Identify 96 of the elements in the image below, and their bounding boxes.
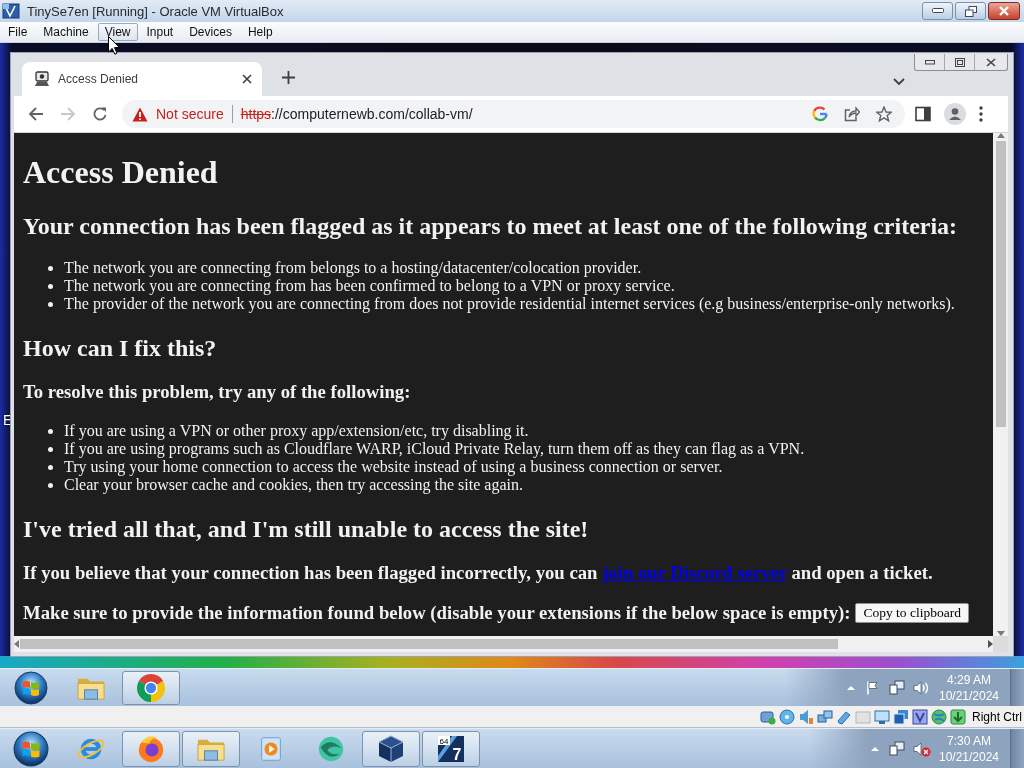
- maximize-icon: [954, 57, 965, 67]
- app-logo-icon: [2, 3, 20, 19]
- menu-item[interactable]: View: [97, 23, 138, 41]
- network-icon[interactable]: [889, 679, 905, 696]
- restore-button[interactable]: [955, 2, 986, 20]
- menu-item[interactable]: Help: [240, 23, 280, 41]
- flag-icon[interactable]: [865, 679, 881, 696]
- reload-button[interactable]: [92, 106, 108, 122]
- clock-time: 4:29 AM: [947, 671, 991, 688]
- desktop-icon-label[interactable]: E: [3, 411, 13, 429]
- plus-icon: [281, 70, 295, 84]
- url-text: https://computernewb.com/collab-vm/: [240, 106, 473, 122]
- list-item-text: The network you are connecting from belongs to a hosting/datacenter/colocation provider.: [64, 259, 642, 277]
- close-button[interactable]: [988, 2, 1020, 20]
- bullet-icon: [48, 283, 53, 289]
- security-indicator[interactable]: Not secure: [132, 106, 224, 122]
- subheading: To resolve this problem, try any of the following:: [23, 381, 411, 403]
- scrollbar-corner: [993, 636, 1008, 652]
- audio-icon[interactable]: [798, 708, 814, 725]
- close-icon: [998, 6, 1010, 16]
- scroll-right-arrow-icon[interactable]: [988, 640, 993, 648]
- host-key-label: Right Ctrl: [972, 709, 1022, 724]
- bullet-icon: [48, 446, 53, 452]
- mouse-pointer-icon: [108, 36, 120, 55]
- section-heading: How can I fix this?: [23, 334, 217, 362]
- restore-icon: [964, 5, 977, 17]
- computer-icon: [34, 71, 50, 87]
- network-icon[interactable]: [889, 740, 905, 757]
- minimize-button[interactable]: [922, 2, 953, 20]
- list-item-text: The provider of the network you are connecting from does not provide residential internet services (e.g business/enterprise-only networks).: [64, 295, 955, 313]
- windows-logo-icon[interactable]: [14, 670, 48, 705]
- bullet-icon: [48, 464, 53, 470]
- chevron-down-icon[interactable]: [893, 78, 905, 86]
- horizontal-scrollbar[interactable]: [14, 636, 993, 652]
- menu-item[interactable]: Devices: [182, 23, 239, 41]
- clock-date: 10/21/2024: [938, 687, 1000, 704]
- seven-logo-icon: 64 7: [436, 733, 466, 764]
- display-icon[interactable]: [874, 708, 890, 725]
- scroll-down-arrow-icon[interactable]: [996, 631, 1005, 636]
- vertical-scrollbar[interactable]: [993, 133, 1008, 636]
- page-title: Access Denied: [23, 154, 218, 191]
- windows-logo-icon[interactable]: [13, 730, 49, 767]
- scrollbar-thumb[interactable]: [995, 141, 1006, 427]
- side-panel-icon[interactable]: [915, 106, 931, 122]
- profile-icon[interactable]: [944, 103, 966, 125]
- copy-button[interactable]: Copy to clipboard: [855, 603, 969, 623]
- back-arrow-icon: [28, 106, 44, 122]
- menu-item[interactable]: Input: [139, 23, 181, 41]
- overlapping-windows-icon[interactable]: [893, 708, 909, 725]
- close-icon: [986, 57, 996, 67]
- clock-time: 7:30 AM: [947, 732, 991, 749]
- list-item-text: The network you are connecting from has been confirmed to belong to a VPN or proxy service.: [64, 277, 675, 295]
- list-item-text: If you are using programs such as Cloudflare WARP, iCloud Private Relay, turn them off as they can flag as a VPN.: [64, 440, 805, 458]
- list-item-text: If you are using a VPN or other proxy app/extension/etc, try disabling it.: [64, 422, 529, 440]
- scrollbar-thumb[interactable]: [20, 639, 838, 649]
- scroll-up-arrow-icon[interactable]: [996, 133, 1005, 138]
- menu-item[interactable]: File: [1, 23, 35, 41]
- bullet-icon: [48, 428, 53, 434]
- minimize-icon: [924, 59, 935, 65]
- speaker-icon[interactable]: [913, 740, 931, 757]
- clock-date: 10/21/2024: [938, 748, 1000, 765]
- taskbar-button[interactable]: [122, 730, 180, 767]
- bullet-icon: [48, 301, 53, 307]
- share-icon[interactable]: [844, 106, 860, 122]
- minimize-icon: [931, 8, 944, 14]
- warning-icon: [132, 106, 148, 122]
- forward-arrow-icon: [60, 106, 76, 122]
- speaker-icon[interactable]: [913, 679, 931, 696]
- reload-icon: [92, 106, 108, 122]
- optical-disc-icon[interactable]: [779, 708, 795, 725]
- scroll-left-arrow-icon[interactable]: [14, 640, 19, 648]
- taskbar-button[interactable]: 64 7: [422, 730, 480, 767]
- bullet-icon: [48, 482, 53, 488]
- menu-item[interactable]: Machine: [36, 23, 96, 41]
- cube-icon: [376, 733, 406, 764]
- paragraph-text: If you believe that your connection has been flagged incorrectly, you can join our Discord server and open a ticket.: [23, 562, 933, 584]
- paragraph-text: Make sure to provide the information found below (disable your extensions if the below space is empty):: [23, 601, 851, 625]
- google-logo-icon[interactable]: [812, 106, 828, 122]
- chrome-icon: [136, 672, 166, 703]
- bullet-icon: [48, 265, 53, 271]
- section-heading: Your connection has been flagged as it appears to meet at least one of the following criteria:: [23, 212, 958, 240]
- close-icon[interactable]: [242, 74, 252, 84]
- menu-icon[interactable]: [979, 106, 983, 122]
- window-title: TinySe7en [Running] - Oracle VM VirtualBox: [27, 3, 285, 19]
- section-heading: I've tried all that, and I'm still unable to access the site!: [23, 515, 589, 543]
- browser-tab[interactable]: Access Denied: [22, 62, 262, 96]
- taskbar-button[interactable]: [362, 730, 420, 767]
- list-item-text: Clear your browser cache and cookies, then try accessing the site again.: [64, 476, 523, 494]
- chip-icon[interactable]: [912, 708, 928, 725]
- globe-icon[interactable]: [931, 708, 947, 725]
- arrow-down-icon[interactable]: [950, 708, 966, 725]
- back-button[interactable]: [28, 106, 44, 122]
- address-bar[interactable]: Not secure https://computernewb.com/collab-vm/: [122, 100, 905, 128]
- list-item-text: Try using your home connection to access the website instead of using a business connection or server.: [64, 458, 723, 476]
- star-icon[interactable]: [876, 106, 892, 122]
- network-icon[interactable]: [817, 708, 833, 725]
